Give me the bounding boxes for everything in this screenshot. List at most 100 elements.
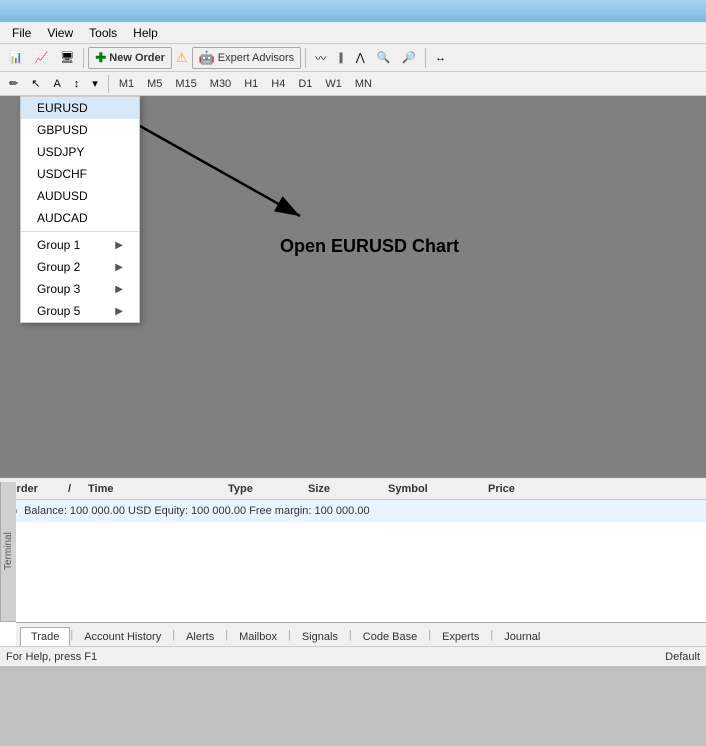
dropdown-group2[interactable]: Group 2 ▶ (21, 256, 139, 278)
toolbar-icon-d[interactable]: ↕ (69, 73, 85, 95)
tab-trade[interactable]: Trade (20, 627, 70, 646)
status-left: For Help, press F1 (6, 651, 97, 663)
menu-view[interactable]: View (39, 24, 81, 42)
group5-label: Group 5 (37, 304, 80, 318)
toolbar-icon-8[interactable]: ↔ (430, 47, 451, 69)
toolbar-zoom-out[interactable]: 🔎 (397, 47, 421, 69)
expert-advisors-button[interactable]: 🤖 Expert Advisors (192, 47, 302, 69)
plus-icon: ✚ (95, 50, 106, 66)
sep-2 (305, 48, 306, 68)
zoom-in-icon: 🔍 (377, 51, 391, 64)
text-icon: A (53, 78, 60, 90)
arrow-icon-4: ▶ (115, 306, 123, 317)
col-time: Time (84, 483, 224, 495)
tf-d1[interactable]: D1 (293, 76, 317, 92)
terminal-label[interactable]: Terminal (0, 482, 16, 622)
arrow-icon-1: ▶ (115, 240, 123, 251)
dropdown-group1[interactable]: Group 1 ▶ (21, 234, 139, 256)
group2-label: Group 2 (37, 260, 80, 274)
menu-help[interactable]: Help (125, 24, 166, 42)
tf-m1[interactable]: M1 (114, 76, 139, 92)
toolbar-1: 📊 📈 🖥 ✚ New Order ⚠ 🤖 Expert Advisors 〰 … (0, 44, 706, 72)
tf-sep-1 (108, 75, 109, 93)
sep-3 (425, 48, 426, 68)
tab-alerts[interactable]: Alerts (175, 627, 225, 646)
dropdown-group3[interactable]: Group 3 ▶ (21, 278, 139, 300)
toolbar-2: ✏ ↖ A ↕ ▾ M1 M5 M15 M30 H1 H4 D1 W1 MN (0, 72, 706, 96)
menu-file[interactable]: File (4, 24, 39, 42)
dropdown-item-audusd[interactable]: AUDUSD (21, 185, 139, 207)
column-headers: Order / Time Type Size Symbol Price (0, 478, 706, 500)
annotation-text: Open EURUSD Chart (280, 236, 459, 257)
bar-icon: ∥ (338, 51, 344, 64)
toolbar-icon-b[interactable]: ↖ (26, 73, 45, 95)
zoom-out-icon: 🔎 (402, 51, 416, 64)
wave-icon: 〰 (315, 50, 326, 66)
tab-codebase[interactable]: Code Base (352, 627, 428, 646)
tab-account-history[interactable]: Account History (73, 627, 172, 646)
screen-icon: 🖥 (60, 51, 74, 64)
tf-w1[interactable]: W1 (320, 76, 347, 92)
col-price: Price (484, 483, 564, 495)
tab-experts[interactable]: Experts (431, 627, 490, 646)
toolbar-icon-7[interactable]: ⋀ (351, 47, 370, 69)
tf-m5[interactable]: M5 (142, 76, 167, 92)
tf-m30[interactable]: M30 (205, 76, 236, 92)
balance-text: Balance: 100 000.00 USD Equity: 100 000.… (24, 505, 370, 517)
toolbar-icon-6[interactable]: ∥ (333, 47, 349, 69)
status-right: Default (665, 651, 700, 663)
chart-icon: 📊 (9, 51, 23, 64)
tf-h1[interactable]: H1 (239, 76, 263, 92)
dropdown-item-usdjpy[interactable]: USDJPY (21, 141, 139, 163)
drop-icon: ▾ (92, 77, 98, 90)
menu-bar: File View Tools Help (0, 22, 706, 44)
new-order-label: New Order (109, 52, 165, 64)
tab-journal[interactable]: Journal (493, 627, 551, 646)
dropdown-group5[interactable]: Group 5 ▶ (21, 300, 139, 322)
bottom-panel: Order / Time Type Size Symbol Price ⊙ Ba… (0, 476, 706, 646)
dropdown-item-usdchf[interactable]: USDCHF (21, 163, 139, 185)
toolbar-icon-e[interactable]: ▾ (87, 73, 103, 95)
chart-area: EURUSD GBPUSD USDJPY USDCHF AUDUSD AUDCA… (0, 96, 706, 476)
line-icon: 📈 (35, 51, 49, 64)
group3-label: Group 3 (37, 282, 80, 296)
pencil-icon: ✏ (9, 77, 18, 90)
col-type: Type (224, 483, 304, 495)
toolbar-zoom-in[interactable]: 🔍 (372, 47, 396, 69)
toolbar-icon-c[interactable]: A (48, 73, 65, 95)
cursor-icon: ↖ (31, 77, 40, 90)
dropdown-menu: EURUSD GBPUSD USDJPY USDCHF AUDUSD AUDCA… (20, 96, 140, 323)
status-bar: For Help, press F1 Default (0, 646, 706, 666)
pointer-icon: ↕ (74, 78, 80, 90)
col-symbol: Symbol (384, 483, 484, 495)
col-slash: / (64, 483, 84, 495)
balance-row: ⊙ Balance: 100 000.00 USD Equity: 100 00… (0, 500, 706, 522)
toolbar-icon-a[interactable]: ✏ (4, 73, 23, 95)
dropdown-item-eurusd[interactable]: EURUSD (21, 97, 139, 119)
arrow-icon-2: ▶ (115, 262, 123, 273)
dropdown-item-audcad[interactable]: AUDCAD (21, 207, 139, 229)
new-order-button[interactable]: ✚ New Order (88, 47, 172, 69)
toolbar-icon-1[interactable]: 📊 (4, 47, 28, 69)
tab-mailbox[interactable]: Mailbox (228, 627, 288, 646)
toolbar-icon-3[interactable]: 🖥 (55, 47, 79, 69)
toolbar-icon-2[interactable]: 📈 (30, 47, 54, 69)
tf-m15[interactable]: M15 (170, 76, 201, 92)
group1-label: Group 1 (37, 238, 80, 252)
alert-icon: ⚠ (176, 50, 188, 66)
expert-advisors-label: Expert Advisors (218, 52, 294, 64)
arrow-icon-3: ▶ (115, 284, 123, 295)
toolbar-icon-5[interactable]: 〰 (310, 47, 331, 69)
col-size: Size (304, 483, 384, 495)
zigzag-icon: ⋀ (356, 51, 365, 64)
scroll-icon: ↔ (435, 52, 446, 64)
tf-h4[interactable]: H4 (266, 76, 290, 92)
tf-mn[interactable]: MN (350, 76, 377, 92)
tab-signals[interactable]: Signals (291, 627, 349, 646)
robot-icon: 🤖 (199, 50, 215, 66)
sep-1 (83, 48, 84, 68)
menu-tools[interactable]: Tools (81, 24, 125, 42)
dropdown-sep (21, 231, 139, 232)
tab-bar: Trade | Account History | Alerts | Mailb… (16, 622, 706, 646)
dropdown-item-gbpusd[interactable]: GBPUSD (21, 119, 139, 141)
